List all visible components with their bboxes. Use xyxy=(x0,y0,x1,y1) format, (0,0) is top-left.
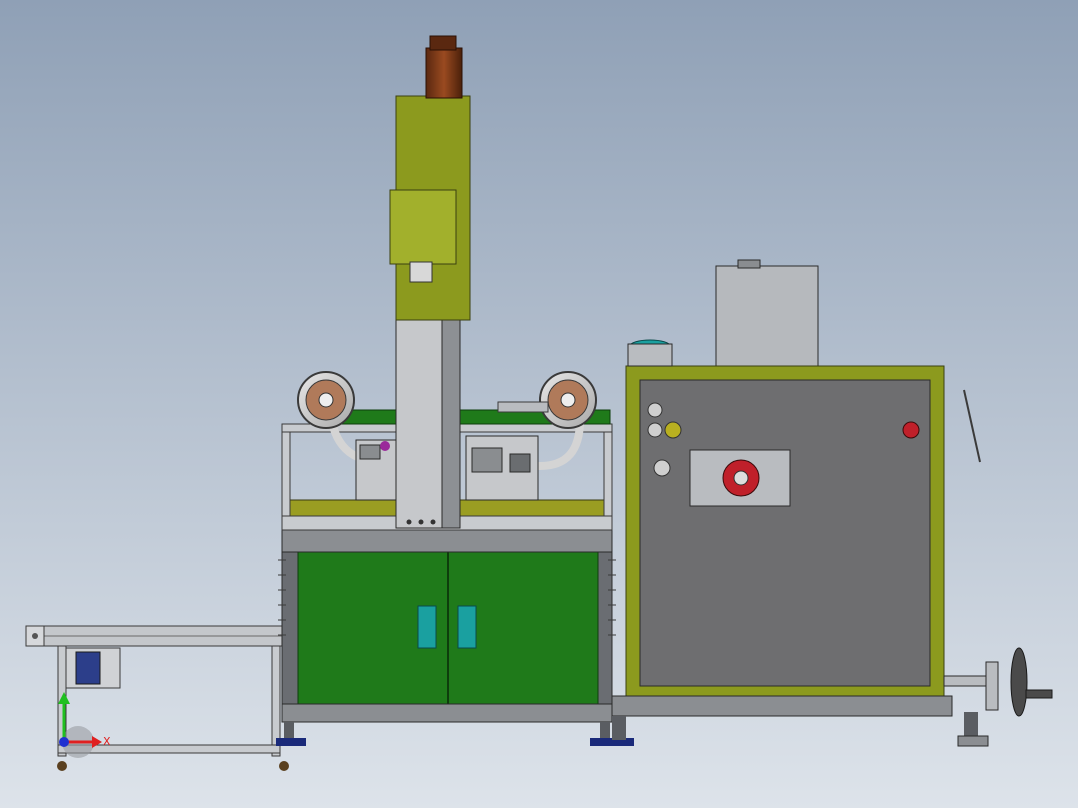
leveling-foot xyxy=(276,738,306,746)
triad-x-label: X xyxy=(103,735,111,748)
reel-icon xyxy=(539,371,597,429)
reel-icon xyxy=(297,371,355,429)
lower-cabinet xyxy=(276,529,634,746)
door-handle-icon[interactable] xyxy=(457,605,477,649)
triad-origin xyxy=(59,737,69,747)
red-flange xyxy=(902,421,920,439)
door-handle-icon[interactable] xyxy=(417,605,437,649)
feeder-mechanism-right xyxy=(465,435,539,501)
press-actuator xyxy=(389,95,471,321)
cad-drawing-canvas: X xyxy=(0,0,1078,808)
feeder-mechanism-left xyxy=(355,439,399,501)
